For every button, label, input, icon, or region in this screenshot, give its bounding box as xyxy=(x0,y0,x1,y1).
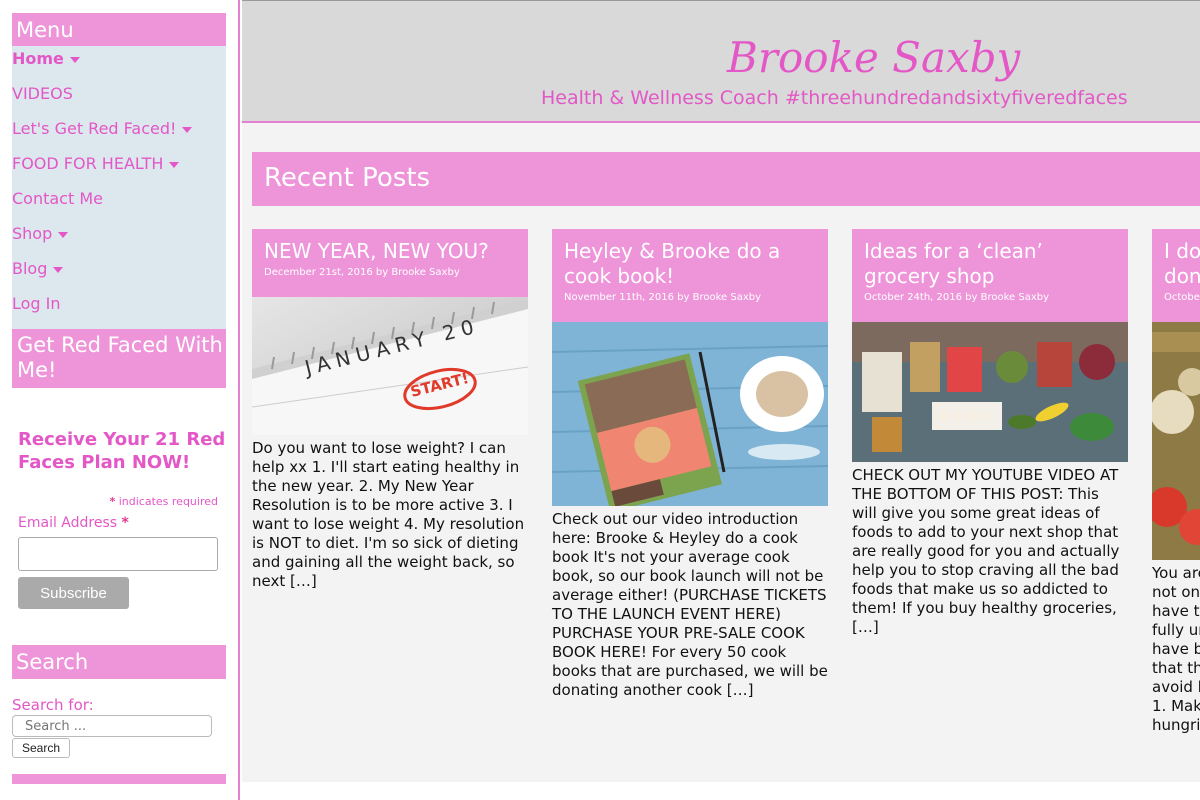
menu-item-login[interactable]: Log In xyxy=(12,294,61,313)
search-input[interactable] xyxy=(12,715,212,737)
menu-item-contact[interactable]: Contact Me xyxy=(12,189,103,208)
post-title[interactable]: NEW YEAR, NEW YOU? xyxy=(264,239,516,264)
post-title[interactable]: Heyley & Brooke do a cook book! xyxy=(564,239,816,289)
menu-box: Home VIDEOS Let's Get Red Faced! FOOD FO… xyxy=(12,46,226,329)
menu-item-label: Blog xyxy=(12,259,48,278)
signup-widget-title: Get Red Faced With Me! xyxy=(12,329,226,388)
sidebar: Menu Home VIDEOS Let's Get Red Faced! FO… xyxy=(0,0,240,800)
site-title[interactable]: Brooke Saxby xyxy=(727,33,1020,82)
caret-down-icon xyxy=(69,56,80,63)
menu-item-get-red-faced[interactable]: Let's Get Red Faced! xyxy=(12,119,193,138)
search-button[interactable]: Search xyxy=(12,738,70,758)
post-meta: October xyxy=(1164,292,1200,303)
required-note-text: indicates required xyxy=(118,495,218,508)
post-meta: November 11th, 2016 by Brooke Saxby xyxy=(564,292,762,303)
vegetables-image[interactable] xyxy=(1152,322,1200,560)
calendar-image[interactable]: JANUARY 20 START! xyxy=(252,297,528,435)
signup-heading: Receive Your 21 Red Faces Plan NOW! xyxy=(18,429,226,473)
post-excerpt: You are not one have tw fully un have b … xyxy=(1152,564,1200,734)
menu-item-label: Shop xyxy=(12,224,53,243)
post-card: I do done October You are not one have t… xyxy=(1152,229,1200,735)
post-header: I do done October xyxy=(1152,229,1200,322)
caret-down-icon xyxy=(169,161,180,168)
menu-item-label: Log In xyxy=(12,294,61,313)
email-field[interactable] xyxy=(18,537,218,571)
email-label: Email Address * xyxy=(18,515,129,531)
post-card: Heyley & Brooke do a cook book! November… xyxy=(552,229,828,700)
site-tagline: Health & Wellness Coach #threehundredand… xyxy=(541,87,1128,109)
recent-posts-bar: Recent Posts xyxy=(252,152,1200,206)
menu-item-blog[interactable]: Blog xyxy=(12,259,64,278)
post-excerpt: Check out our video introduction here: B… xyxy=(552,510,828,699)
required-note: * indicates required xyxy=(18,495,218,508)
post-header: Heyley & Brooke do a cook book! November… xyxy=(552,229,828,322)
caret-down-icon xyxy=(58,231,69,238)
post-card: NEW YEAR, NEW YOU? December 21st, 2016 b… xyxy=(252,229,528,591)
post-title[interactable]: Ideas for a ‘clean’ grocery shop xyxy=(864,239,1116,289)
subscribe-button[interactable]: Subscribe xyxy=(18,577,129,609)
menu-item-label: Contact Me xyxy=(12,189,103,208)
caret-down-icon xyxy=(53,266,64,273)
main-content: Brooke Saxby Health & Wellness Coach #th… xyxy=(242,0,1200,782)
post-card: Ideas for a ‘clean’ grocery shop October… xyxy=(852,229,1128,637)
cook-book-image[interactable] xyxy=(552,322,828,506)
next-widget-title-bar xyxy=(12,774,226,784)
search-widget-title: Search xyxy=(12,645,226,679)
grocery-image[interactable] xyxy=(852,322,1128,462)
search-label: Search for: xyxy=(12,696,94,714)
menu-item-home[interactable]: Home xyxy=(12,49,80,68)
post-header: Ideas for a ‘clean’ grocery shop October… xyxy=(852,229,1128,322)
post-excerpt: CHECK OUT MY YOUTUBE VIDEO AT THE BOTTOM… xyxy=(852,466,1120,636)
post-title[interactable]: I do done xyxy=(1164,239,1200,289)
site-header: Brooke Saxby Health & Wellness Coach #th… xyxy=(242,1,1200,123)
required-asterisk: * xyxy=(109,495,116,508)
menu-item-label: Let's Get Red Faced! xyxy=(12,119,177,138)
post-meta: October 24th, 2016 by Brooke Saxby xyxy=(864,292,1050,303)
post-meta: December 21st, 2016 by Brooke Saxby xyxy=(264,267,460,278)
menu-item-videos[interactable]: VIDEOS xyxy=(12,84,73,103)
menu-item-label: Home xyxy=(12,49,64,68)
menu-item-shop[interactable]: Shop xyxy=(12,224,69,243)
recent-posts-title: Recent Posts xyxy=(264,163,431,193)
email-label-text: Email Address xyxy=(18,515,118,531)
post-header: NEW YEAR, NEW YOU? December 21st, 2016 b… xyxy=(252,229,528,297)
menu-item-label: FOOD FOR HEALTH xyxy=(12,154,164,173)
email-required-asterisk: * xyxy=(121,515,129,531)
menu-item-food-for-health[interactable]: FOOD FOR HEALTH xyxy=(12,154,180,173)
caret-down-icon xyxy=(182,126,193,133)
menu-title: Menu xyxy=(12,13,226,47)
post-excerpt: Do you want to lose weight? I can help x… xyxy=(252,439,525,590)
menu-item-label: VIDEOS xyxy=(12,84,73,103)
